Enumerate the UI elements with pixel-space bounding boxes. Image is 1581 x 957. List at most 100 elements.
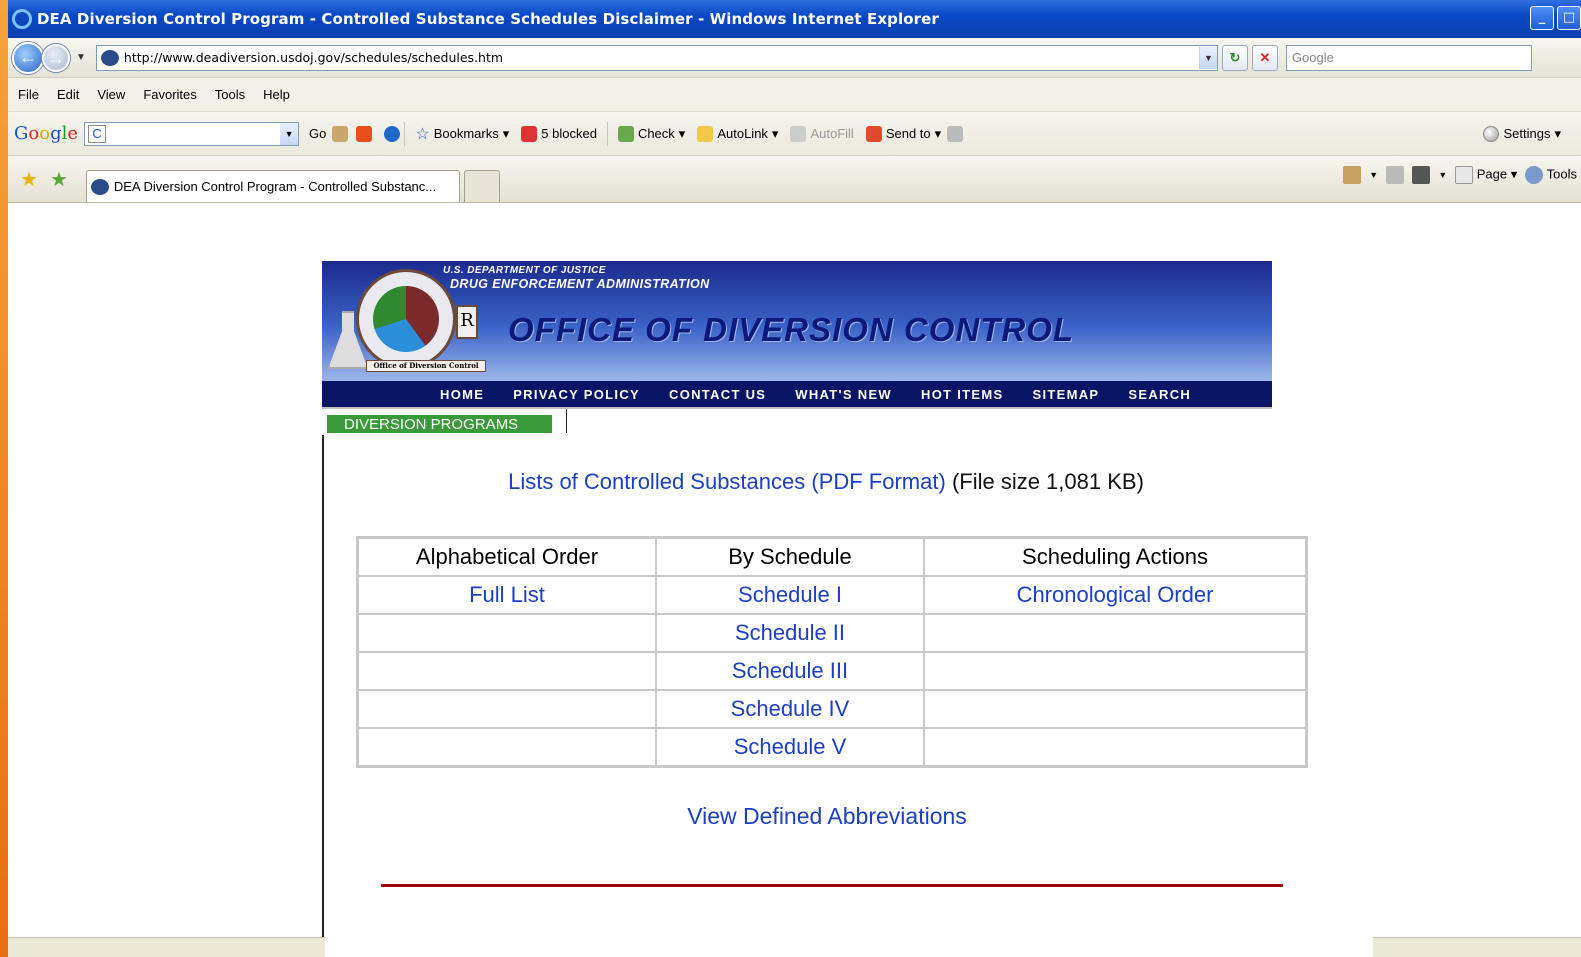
google-logo: Google: [14, 123, 79, 144]
favorites-star-icon[interactable]: ★: [20, 167, 38, 192]
table-row: Schedule II: [358, 614, 1306, 652]
autofill-icon: [790, 125, 807, 142]
nav-home[interactable]: HOME: [440, 387, 484, 402]
table-row: Schedule IV: [358, 690, 1306, 728]
menu-view[interactable]: View: [97, 87, 125, 102]
nav-contact-us[interactable]: CONTACT US: [669, 387, 766, 402]
lists-pdf-link[interactable]: Lists of Controlled Substances (PDF Form…: [508, 469, 946, 494]
url-field[interactable]: http://www.deadiversion.usdoj.gov/schedu…: [95, 44, 1218, 71]
table-cell: [358, 728, 656, 766]
add-favorites-icon[interactable]: ★: [50, 167, 68, 192]
header-alphabetical: Alphabetical Order: [358, 538, 656, 576]
dea-seal-icon: [356, 269, 456, 369]
url-text[interactable]: http://www.deadiversion.usdoj.gov/schedu…: [124, 50, 1199, 65]
window-title: DEA Diversion Control Program - Controll…: [37, 10, 939, 28]
google-search-dropdown-icon[interactable]: ▼: [280, 122, 299, 145]
title-bar: DEA Diversion Control Program - Controll…: [8, 0, 1581, 38]
dea-text: DRUG ENFORCEMENT ADMINISTRATION: [450, 277, 710, 291]
dell-icon[interactable]: [384, 125, 401, 142]
dea-banner: R Office of Diversion Control U.S. DEPAR…: [322, 261, 1272, 381]
stop-button[interactable]: ✕: [1251, 44, 1278, 71]
refresh-button[interactable]: ↻: [1221, 44, 1248, 71]
new-tab-button[interactable]: [463, 170, 500, 202]
site-favicon-icon: [100, 49, 119, 66]
table-cell: [924, 652, 1306, 690]
menu-favorites[interactable]: Favorites: [143, 87, 196, 102]
forward-button[interactable]: →: [42, 43, 70, 72]
tools-menu[interactable]: Tools: [1525, 166, 1577, 184]
lists-line: Lists of Controlled Substances (PDF Form…: [1, 469, 1581, 495]
menu-file[interactable]: File: [18, 87, 39, 102]
autofill-button[interactable]: AutoFill: [790, 125, 854, 142]
tab-favicon-icon: [90, 178, 109, 195]
wand-icon: [697, 125, 714, 142]
table-row: Full List Schedule I Chronological Order: [358, 576, 1306, 614]
seal-label: Office of Diversion Control: [366, 360, 486, 372]
search-input[interactable]: Google: [1285, 44, 1532, 71]
back-button[interactable]: ←: [12, 41, 44, 74]
bookmarks-button[interactable]: ☆ Bookmarks ▾: [415, 124, 509, 144]
feeds-icon[interactable]: [1386, 166, 1405, 184]
tab-row: ★ ★ DEA Diversion Control Program - Cont…: [8, 156, 1581, 203]
nav-sitemap[interactable]: SITEMAP: [1032, 387, 1099, 402]
table-row: Schedule V: [358, 728, 1306, 766]
google-c-icon: C: [88, 124, 107, 143]
address-bar: ← → ▼ http://www.deadiversion.usdoj.gov/…: [8, 38, 1581, 78]
popup-blocker-icon: [521, 125, 538, 142]
page-icon: [1455, 166, 1474, 184]
schedule-iv-link[interactable]: Schedule IV: [656, 690, 924, 728]
rx-icon: R: [456, 305, 478, 339]
gear-icon: [1525, 166, 1544, 184]
sendto-button[interactable]: Send to ▾: [865, 125, 941, 142]
history-dropdown-icon[interactable]: ▼: [76, 52, 86, 63]
table-cell: [358, 614, 656, 652]
command-bar: ▼ ▼ Page ▾ Tools: [1343, 166, 1577, 184]
content-left-border: [322, 435, 324, 957]
minimize-button[interactable]: _: [1530, 6, 1554, 30]
settings-button[interactable]: Settings ▾: [1483, 125, 1561, 142]
print-icon[interactable]: [1412, 166, 1431, 184]
toolbar-separator: [606, 121, 608, 146]
table-cell: [924, 728, 1306, 766]
table-cell: [924, 614, 1306, 652]
settings-icon: [1483, 125, 1500, 142]
go-button[interactable]: Go: [309, 126, 326, 141]
header-scheduling-actions: Scheduling Actions: [924, 538, 1306, 576]
status-bar-blank: [325, 936, 1373, 957]
full-list-link[interactable]: Full List: [358, 576, 656, 614]
file-size-text: (File size 1,081 KB): [951, 469, 1144, 494]
maximize-button[interactable]: □: [1557, 6, 1581, 30]
highlighter-icon[interactable]: [947, 125, 964, 142]
popup-blocked-button[interactable]: 5 blocked: [521, 125, 597, 142]
office-title: OFFICE OF DIVERSION CONTROL: [508, 311, 1075, 348]
star-icon: ☆: [415, 125, 430, 143]
menu-tools[interactable]: Tools: [215, 87, 245, 102]
menu-help[interactable]: Help: [263, 87, 290, 102]
chronological-order-link[interactable]: Chronological Order: [924, 576, 1306, 614]
autolink-button[interactable]: AutoLink ▾: [697, 125, 778, 142]
nav-hot-items[interactable]: HOT ITEMS: [921, 387, 1003, 402]
diversion-programs-tab[interactable]: DIVERSION PROGRAMS: [327, 415, 552, 433]
abc-check-icon: [617, 125, 634, 142]
nav-privacy-policy[interactable]: PRIVACY POLICY: [513, 387, 640, 402]
page-menu[interactable]: Page ▾: [1455, 166, 1517, 184]
red-divider: [381, 884, 1283, 887]
schedule-ii-link[interactable]: Schedule II: [656, 614, 924, 652]
schedule-v-link[interactable]: Schedule V: [656, 728, 924, 766]
toolbar-pagerank-icon[interactable]: [332, 125, 349, 142]
spellcheck-button[interactable]: Check ▾: [617, 125, 685, 142]
google-search-input[interactable]: C ▼: [84, 121, 300, 146]
menu-edit[interactable]: Edit: [57, 87, 79, 102]
home-icon[interactable]: [1343, 166, 1362, 184]
nav-whats-new[interactable]: WHAT'S NEW: [795, 387, 892, 402]
abbreviations-link[interactable]: View Defined Abbreviations: [2, 803, 1581, 830]
window-controls: _ □: [1530, 6, 1581, 30]
url-dropdown-icon[interactable]: ▼: [1198, 46, 1217, 69]
ie-logo-icon: [12, 9, 32, 29]
toolbar-news-icon[interactable]: [356, 125, 373, 142]
tab-active[interactable]: DEA Diversion Control Program - Controll…: [85, 170, 460, 202]
nav-search[interactable]: SEARCH: [1128, 387, 1191, 402]
doj-text: U.S. DEPARTMENT OF JUSTICE: [443, 265, 606, 276]
schedule-iii-link[interactable]: Schedule III: [656, 652, 924, 690]
schedule-i-link[interactable]: Schedule I: [656, 576, 924, 614]
